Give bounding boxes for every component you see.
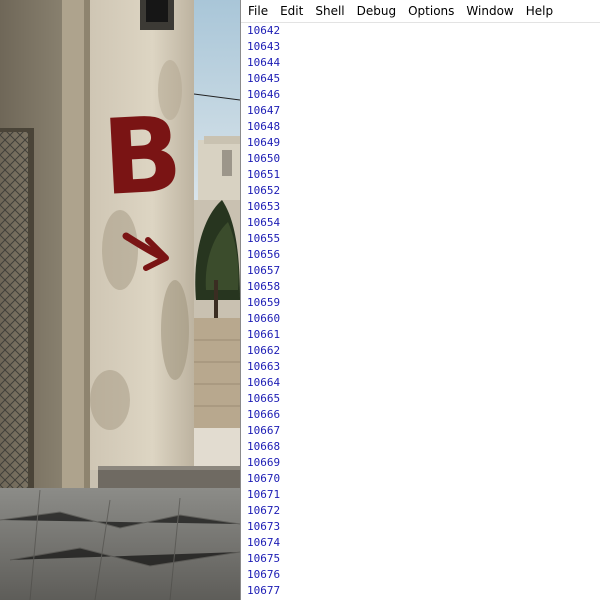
output-line: 10677: [247, 584, 281, 597]
output-line: 10675: [247, 552, 281, 565]
output-line: 10665: [247, 392, 281, 405]
wall-letter: B: [100, 93, 186, 219]
output-line: 10643: [247, 40, 281, 53]
output-line: 10659: [247, 296, 281, 309]
menu-file[interactable]: File: [242, 0, 274, 22]
output-line: 10648: [247, 120, 281, 133]
output-line: 10653: [247, 200, 281, 213]
output-line: 10666: [247, 408, 281, 421]
output-line: 10669: [247, 456, 281, 469]
menu-debug[interactable]: Debug: [351, 0, 402, 22]
output-line: 10646: [247, 88, 281, 101]
output-line: 10650: [247, 152, 281, 165]
output-line: 10670: [247, 472, 281, 485]
output-line: 10649: [247, 136, 281, 149]
python-shell-window: File Edit Shell Debug Options Window Hel…: [240, 0, 600, 600]
output-line: 10654: [247, 216, 281, 229]
output-line: 10661: [247, 328, 281, 341]
output-line: 10644: [247, 56, 281, 69]
menu-help[interactable]: Help: [520, 0, 559, 22]
menu-window[interactable]: Window: [460, 0, 519, 22]
output-line: 10657: [247, 264, 281, 277]
output-line: 10655: [247, 232, 281, 245]
output-line: 10668: [247, 440, 281, 453]
output-line: 10674: [247, 536, 281, 549]
game-viewport: B: [0, 0, 240, 600]
output-line: 10672: [247, 504, 281, 517]
game-scene-graphic: B: [0, 0, 240, 600]
menu-bar: File Edit Shell Debug Options Window Hel…: [241, 0, 600, 23]
menu-edit[interactable]: Edit: [274, 0, 309, 22]
output-line: 10645: [247, 72, 281, 85]
output-line: 10667: [247, 424, 281, 437]
menu-shell[interactable]: Shell: [309, 0, 350, 22]
screen: B File Edit Shell Debug Options Window H…: [0, 0, 600, 600]
output-line: 10656: [247, 248, 281, 261]
menu-options[interactable]: Options: [402, 0, 460, 22]
output-line: 10651: [247, 168, 281, 181]
output-line: 10660: [247, 312, 281, 325]
output-line: 10658: [247, 280, 281, 293]
output-line: 10664: [247, 376, 281, 389]
output-line: 10663: [247, 360, 281, 373]
output-line: 10676: [247, 568, 281, 581]
output-line: 10671: [247, 488, 281, 501]
output-line: 10673: [247, 520, 281, 533]
output-line: 10647: [247, 104, 281, 117]
output-line: 10642: [247, 24, 281, 37]
output-line: 10662: [247, 344, 281, 357]
shell-output[interactable]: 10642 10643 10644 10645 10646 10647 10648 10649…: [241, 23, 600, 599]
output-line: 10652: [247, 184, 281, 197]
